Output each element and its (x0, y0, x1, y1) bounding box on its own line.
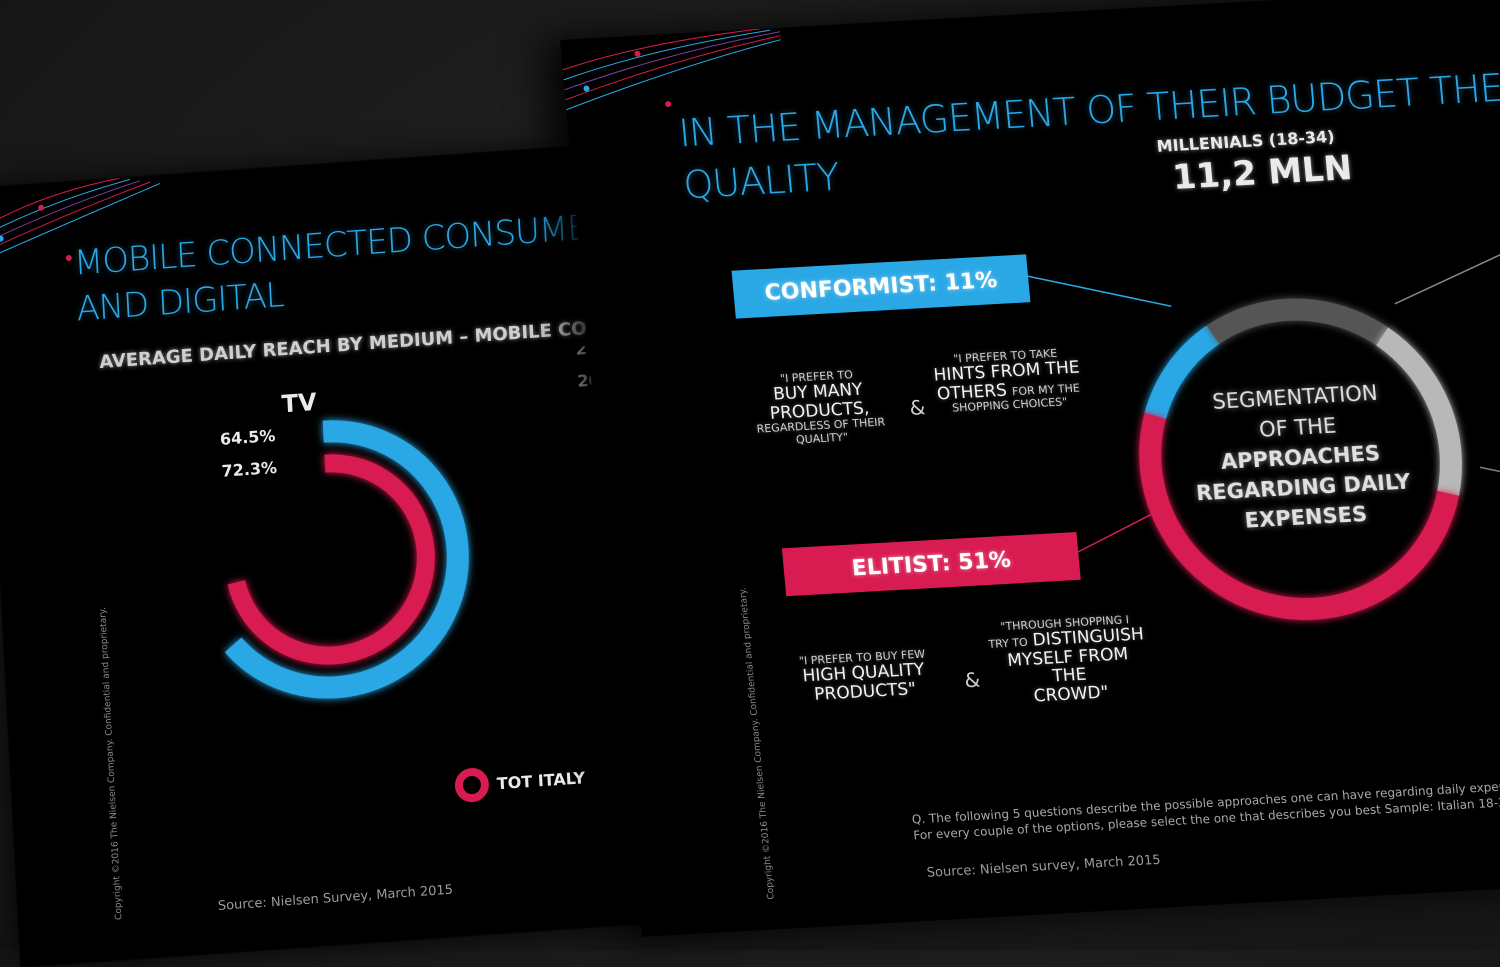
legend-label-tot-italy: TOT ITALY (496, 768, 585, 793)
ampersand-1: & (908, 395, 927, 421)
donut-center-line-1: SEGMENTATION (1211, 381, 1378, 414)
quote-distinguish: "THROUGH SHOPPING I TRY TO DISTINGUISH M… (984, 613, 1152, 708)
legend-swatch-tot-italy (454, 768, 489, 803)
quote-hints: "I PREFER TO TAKE HINTS FROM THE OTHERS … (930, 346, 1085, 416)
chart-title-tv: TV (281, 388, 318, 418)
donut-center-line-3: APPROACHES (1220, 441, 1381, 474)
donut-center-line-5: EXPENSES (1244, 502, 1368, 533)
quote4-line2a: TRY TO (987, 635, 1029, 652)
quote-buy-many: "I PREFER TO BUY MANY PRODUCTS, REGARDLE… (741, 367, 897, 449)
donut-center-line-2: OF THE (1258, 413, 1337, 441)
radial-chart-tv: TV 64.5% 72.3% (219, 388, 469, 699)
right-slide: IN THE MANAGEMENT OF THEIR BUDGET THEY L… (560, 0, 1500, 937)
radial-bar-tv-1 (227, 454, 435, 665)
donut-slice-segment-1 (1206, 298, 1389, 346)
quote-high-quality: "I PREFER TO BUY FEW HIGH QUALITY PRODUC… (777, 647, 951, 706)
left-title-line2: AND DIGITAL (75, 275, 285, 330)
radial-label-tv-0: 64.5% (219, 426, 275, 449)
ampersand-2: & (963, 667, 982, 693)
donut-center-line-4: REGARDING DAILY (1195, 469, 1412, 505)
donut-slice-conformist (1144, 325, 1220, 420)
radial-label-tv-1: 72.3% (221, 458, 277, 481)
